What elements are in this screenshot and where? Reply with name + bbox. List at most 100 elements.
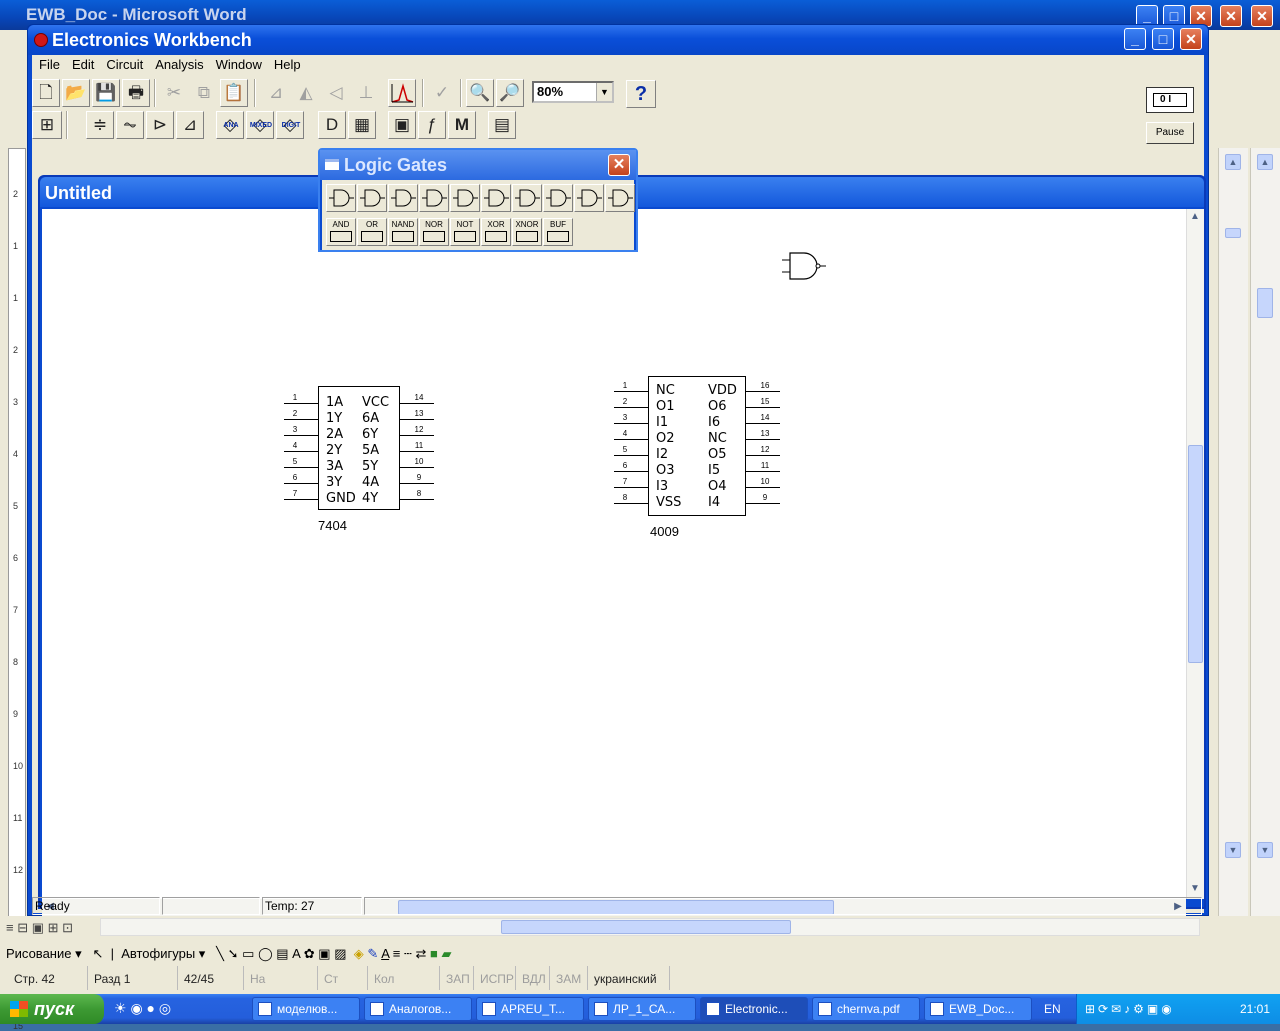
cut-icon[interactable]: ✂ [160, 79, 188, 107]
scroll-thumb[interactable] [1225, 228, 1241, 238]
canvas-vertical-scrollbar[interactable]: ▲ ▼ [1186, 209, 1204, 899]
scroll-thumb[interactable] [1188, 445, 1203, 663]
paste-icon[interactable]: 📋 [220, 79, 248, 107]
scroll-down-icon[interactable]: ▼ [1257, 842, 1273, 858]
logic-gates-icon[interactable]: D [318, 111, 346, 139]
picture-icon[interactable]: ▨ [334, 946, 346, 961]
inverter-gate-icon[interactable] [574, 184, 604, 212]
xnor-gate-icon[interactable] [512, 184, 542, 212]
gate-label-not[interactable]: NOT [450, 218, 480, 246]
digital-ics-icon[interactable]: DIGIT ◇ [276, 111, 304, 139]
gate-label-nor[interactable]: NOR [419, 218, 449, 246]
word-scrollbar-2[interactable]: ▲ ▼ [1250, 148, 1280, 918]
analog-ics-icon[interactable]: ANA ◇ [216, 111, 244, 139]
digital-icon[interactable]: ▦ [348, 111, 376, 139]
menu-analysis[interactable]: Analysis [150, 55, 208, 75]
flip-horizontal-icon[interactable]: ◭ [292, 79, 320, 107]
scroll-up-icon[interactable]: ▲ [1225, 154, 1241, 170]
wordart-icon[interactable]: A [292, 946, 300, 961]
help-button[interactable]: ? [626, 80, 656, 108]
taskbar-button[interactable]: chernva.pdf [812, 997, 920, 1021]
gate-label-or[interactable]: OR [357, 218, 387, 246]
scroll-thumb[interactable] [1257, 288, 1273, 318]
zoom-select[interactable]: 80% ▼ [532, 81, 614, 103]
rotate-icon[interactable]: ⊿ [262, 79, 290, 107]
menu-circuit[interactable]: Circuit [101, 55, 148, 75]
mixed-ics-icon[interactable]: MIXED ◇ [246, 111, 274, 139]
transistors-icon[interactable]: ⊿ [176, 111, 204, 139]
scroll-thumb[interactable] [501, 920, 791, 934]
or-gate-icon[interactable] [357, 184, 387, 212]
oval-icon[interactable]: ◯ [258, 946, 273, 961]
gate-label-and[interactable]: AND [326, 218, 356, 246]
language-indicator[interactable]: EN [1044, 994, 1061, 1024]
basic-icon[interactable]: ⏦ [116, 111, 144, 139]
zoom-out-icon[interactable]: 🔍 [466, 79, 494, 107]
line-icon[interactable]: ╲ [216, 946, 224, 961]
drawing-menu[interactable]: Рисование [6, 946, 71, 961]
open-icon[interactable]: 📂 [62, 79, 90, 107]
and-gate-symbol[interactable] [780, 251, 840, 281]
favorites-icon[interactable]: ⊞ [32, 111, 62, 139]
controls-icon[interactable]: ƒ [418, 111, 446, 139]
miscellaneous-icon[interactable]: M [448, 111, 476, 139]
print-icon[interactable]: 🖶 [122, 79, 150, 107]
nand-gate-icon[interactable] [450, 184, 480, 212]
taskbar-button[interactable]: APREU_T... [476, 997, 584, 1021]
tristate-buffer-gate-icon[interactable] [543, 184, 573, 212]
taskbar-button[interactable]: ЛР_1_СА... [588, 997, 696, 1021]
component-properties-icon[interactable]: ✓ [428, 79, 456, 107]
instruments-icon[interactable]: ▤ [488, 111, 516, 139]
ewb-minimize-button[interactable]: _ [1124, 28, 1146, 50]
autoshapes-menu[interactable]: Автофигуры [121, 946, 195, 961]
arrow-style-icon[interactable]: ⇄ [415, 946, 426, 961]
indicators-icon[interactable]: ▣ [388, 111, 416, 139]
copy-icon[interactable]: ⧉ [190, 79, 218, 107]
ewb-maximize-button[interactable]: □ [1152, 28, 1174, 50]
word-horizontal-scrollbar[interactable] [100, 918, 1200, 936]
palette-close-button[interactable]: ✕ [608, 154, 630, 176]
arrow-icon[interactable]: ➘ [228, 946, 239, 961]
taskbar-button[interactable]: EWB_Doc... [924, 997, 1032, 1021]
menu-file[interactable]: File [34, 55, 65, 75]
buffer-gate-icon[interactable] [388, 184, 418, 212]
textbox-icon[interactable]: ▤ [276, 946, 288, 961]
gate-label-xnor[interactable]: XNOR [512, 218, 542, 246]
menu-help[interactable]: Help [269, 55, 306, 75]
word-close-button-3[interactable]: ✕ [1251, 5, 1273, 27]
gate-label-buf[interactable]: BUF [543, 218, 573, 246]
rectangle-icon[interactable]: ▭ [242, 946, 254, 961]
taskbar-button[interactable]: Electronic... [700, 997, 808, 1021]
dash-style-icon[interactable]: ┄ [404, 946, 412, 961]
graph-icon[interactable] [388, 79, 416, 107]
diodes-icon[interactable]: ⊳ [146, 111, 174, 139]
menu-edit[interactable]: Edit [67, 55, 99, 75]
schmitt-gate-icon[interactable] [605, 184, 635, 212]
word-scrollbar-1[interactable]: ▲ ▼ [1218, 148, 1248, 918]
view-buttons[interactable]: ≡ ⊟ ▣ ⊞ ⊡ [6, 920, 73, 936]
create-subcircuit-icon[interactable]: ⊥ [352, 79, 380, 107]
pause-button[interactable]: Pause [1146, 122, 1194, 144]
gate-label-nand[interactable]: NAND [388, 218, 418, 246]
chevron-down-icon[interactable]: ▼ [596, 83, 612, 101]
line-color-icon[interactable]: ✎ [367, 946, 378, 961]
gate-label-xor[interactable]: XOR [481, 218, 511, 246]
select-objects-icon[interactable]: ↖ [92, 946, 103, 961]
chip-4009[interactable]: 1 NC 2 O1 3 I1 4 O2 5 I2 6 O3 7 I3 8 VSS 16 VDD 15 O6 14 I6 13… [614, 375, 788, 545]
3d-icon[interactable]: ▰ [441, 946, 451, 961]
start-button[interactable]: пуск [0, 994, 104, 1024]
new-icon[interactable]: 🗋 [32, 79, 60, 107]
ewb-close-button[interactable]: ✕ [1180, 28, 1202, 50]
scroll-down-icon[interactable]: ▼ [1225, 842, 1241, 858]
xor-gate-icon[interactable] [481, 184, 511, 212]
nor-gate-icon[interactable] [419, 184, 449, 212]
font-color-icon[interactable]: A [381, 946, 389, 961]
and-gate-icon[interactable] [326, 184, 356, 212]
line-style-icon[interactable]: ≡ [393, 946, 401, 961]
word-close-button-2[interactable]: ✕ [1220, 5, 1242, 27]
zoom-in-icon[interactable]: 🔎 [496, 79, 524, 107]
tray-icons[interactable]: ⊞⟳✉♪⚙▣◉ [1077, 1002, 1175, 1016]
menu-window[interactable]: Window [211, 55, 267, 75]
quick-launch-icons[interactable]: ☀ ◉ ● ◎ [114, 1000, 171, 1017]
fill-color-icon[interactable]: ◈ [354, 946, 364, 961]
